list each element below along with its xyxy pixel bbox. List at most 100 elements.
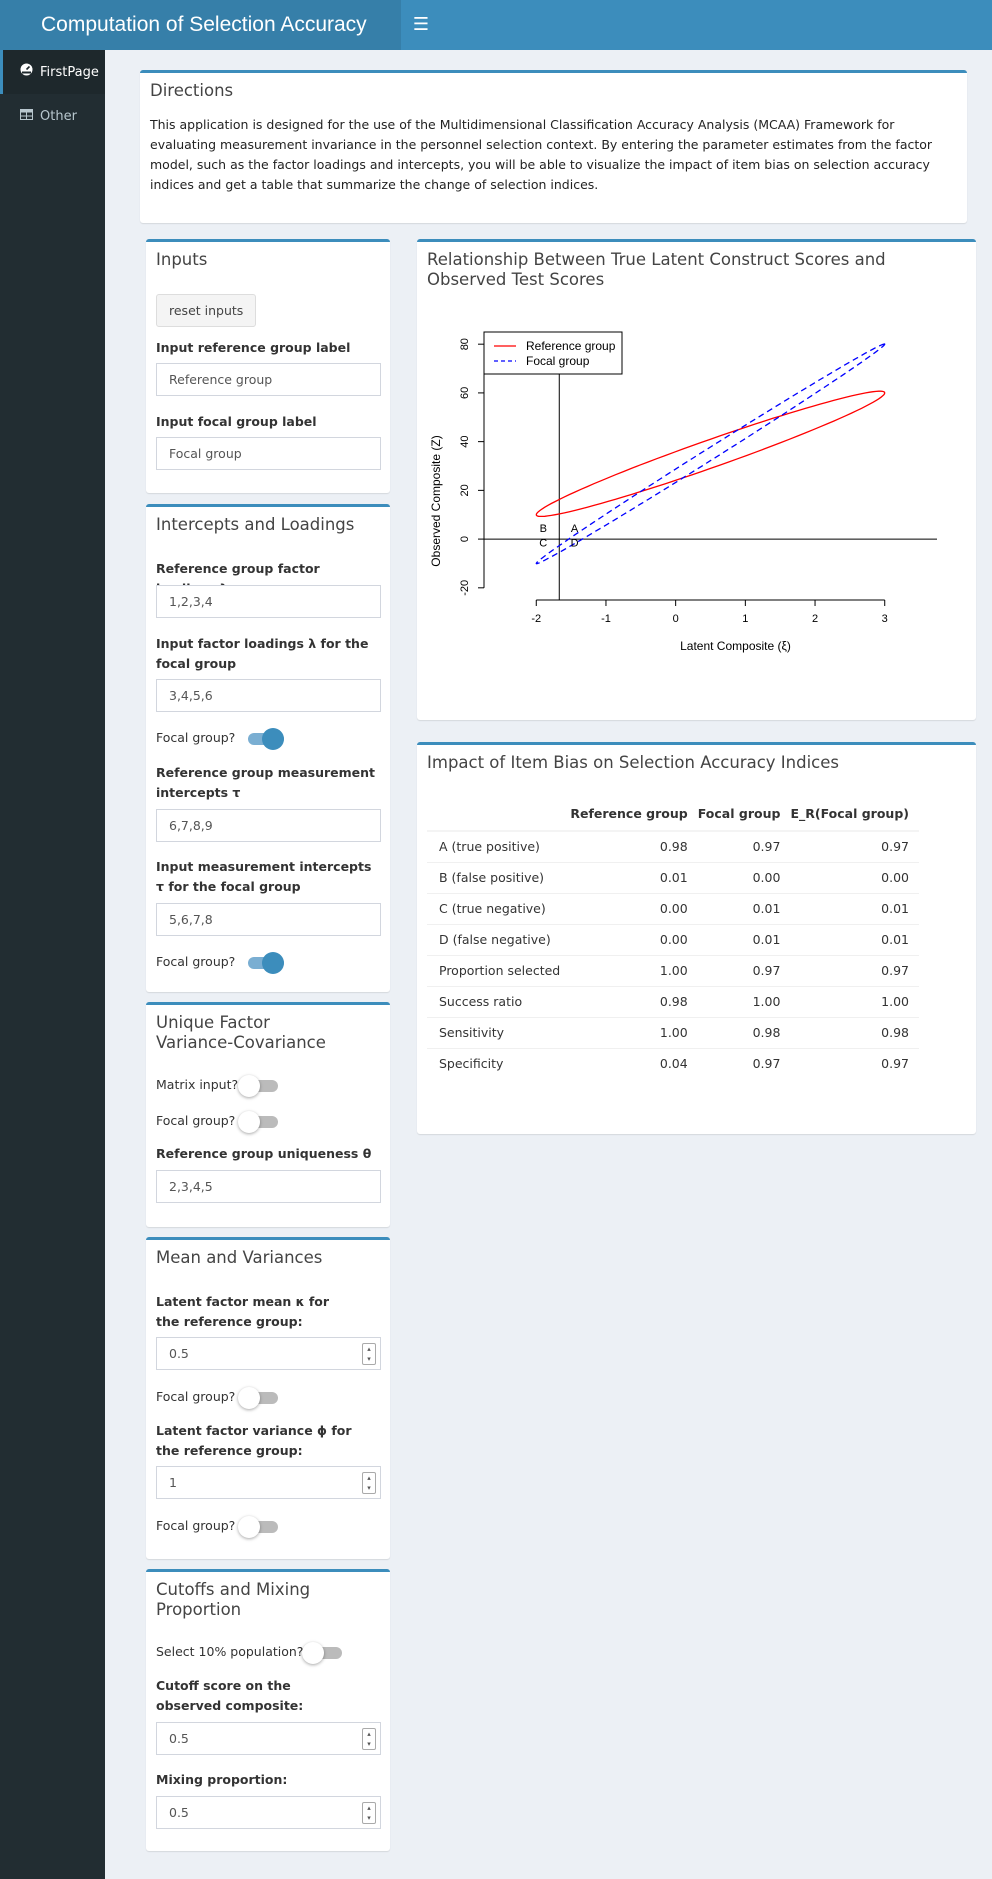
table-cell: D (false negative): [427, 923, 571, 955]
focal-group-toggle[interactable]: [238, 1387, 278, 1409]
y-tick-label: -20: [459, 580, 471, 596]
select-10-toggle[interactable]: [302, 1642, 342, 1664]
focal-group-toggle[interactable]: [238, 1111, 278, 1133]
x-tick-label: -2: [531, 613, 541, 625]
stepper-icon[interactable]: ▴ ▾: [362, 1802, 376, 1824]
table-cell: 0.04: [570, 1047, 698, 1079]
focal-loadings-input[interactable]: 3,4,5,6: [156, 679, 381, 712]
focal-intercepts-input[interactable]: 5,6,7,8: [156, 903, 381, 936]
x-tick-label: 3: [882, 613, 888, 625]
table-cell: 1.00: [697, 985, 791, 1017]
table-cell: 0.97: [697, 1047, 791, 1079]
toggle-label: Focal group?: [156, 954, 236, 969]
quadrant-label: C: [539, 537, 547, 549]
latent-variance-input[interactable]: 1 ▴ ▾: [156, 1466, 381, 1499]
matrix-input-toggle-row: Matrix input?: [156, 1073, 381, 1097]
focal-group-toggle[interactable]: [244, 952, 284, 974]
y-tick-label: 0: [459, 536, 471, 542]
table-cell: 0.00: [570, 892, 698, 924]
sidebar-item-label: FirstPage: [40, 65, 99, 80]
cutoffs-title: Cutoffs and Mixing Proportion: [156, 1580, 311, 1619]
toggle-label: Focal group?: [156, 1113, 236, 1128]
table-cell: 0.01: [790, 923, 919, 955]
table-icon: [18, 94, 34, 138]
directions-title: Directions: [150, 81, 234, 100]
focal-group-toggle-row: Focal group?: [156, 950, 381, 974]
table-cell: 0.00: [697, 861, 791, 893]
ref-loadings-input[interactable]: 1,2,3,4: [156, 585, 381, 618]
directions-text: This application is designed for the use…: [150, 117, 933, 192]
uniqueness-input[interactable]: 2,3,4,5: [156, 1170, 381, 1203]
legend-label: Focal group: [526, 354, 590, 368]
directions-box: Directions This application is designed …: [140, 70, 967, 223]
hamburger-icon[interactable]: ☰: [401, 0, 441, 50]
stepper-icon[interactable]: ▴ ▾: [362, 1472, 376, 1494]
cutoff-input[interactable]: 0.5 ▴ ▾: [156, 1722, 381, 1755]
focal-group-toggle-row: Focal group?: [156, 1514, 381, 1538]
table-row: C (true negative) 0.00 0.01 0.01: [427, 892, 919, 924]
dashboard-icon: [18, 50, 34, 94]
table-cell: 0.01: [790, 892, 919, 924]
ref-label-title: Input reference group label: [156, 340, 351, 355]
sidebar-item-other[interactable]: Other: [0, 94, 105, 138]
latent-mean-title: Latent factor mean κ for the reference g…: [156, 1294, 330, 1329]
focal-group-toggle[interactable]: [244, 728, 284, 750]
table-row: Sensitivity 1.00 0.98 0.98: [427, 1016, 919, 1048]
latent-mean-input[interactable]: 0.5 ▴ ▾: [156, 1337, 381, 1370]
impact-table: Reference group Focal group E_R(Focal grou…: [427, 797, 919, 1079]
table-cell: 0.97: [790, 1047, 919, 1079]
top-header: Computation of Selection Accuracy ☰: [0, 0, 992, 50]
focal-group-toggle[interactable]: [238, 1516, 278, 1538]
focal-intercepts-title: Input measurement intercepts τ for the f…: [156, 859, 372, 894]
x-tick-label: 2: [812, 613, 818, 625]
quadrant-label: B: [540, 523, 547, 535]
table-row: Proportion selected 1.00 0.97 0.97: [427, 954, 919, 986]
table-cell: 1.00: [570, 1016, 698, 1048]
matrix-input-toggle[interactable]: [238, 1075, 278, 1097]
focal-label-input[interactable]: Focal group: [156, 437, 381, 470]
table-cell: Success ratio: [427, 985, 571, 1017]
focal-group-ellipse: [535, 343, 886, 565]
cutoffs-box: Cutoffs and Mixing Proportion Select 10%…: [146, 1569, 390, 1851]
table-cell: Specificity: [427, 1047, 571, 1079]
table-cell: 0.97: [697, 954, 791, 986]
mixing-input[interactable]: 0.5 ▴ ▾: [156, 1796, 381, 1829]
x-axis-label: Latent Composite (ξ): [680, 639, 791, 653]
ref-intercepts-input[interactable]: 6,7,8,9: [156, 809, 381, 842]
focal-label-title: Input focal group label: [156, 414, 317, 429]
y-tick-label: 20: [459, 484, 471, 496]
unique-variance-box: Unique Factor Variance-Covariance Matrix…: [146, 1002, 390, 1227]
intercepts-box: Intercepts and Loadings Reference group …: [146, 504, 390, 992]
table-cell: 0.98: [570, 985, 698, 1017]
y-axis-label: Observed Composite (Z): [429, 435, 443, 566]
ref-intercepts-title: Reference group measurement intercepts τ: [156, 765, 375, 800]
table-cell: 0.01: [570, 861, 698, 893]
x-tick-label: 0: [673, 613, 679, 625]
reset-inputs-button[interactable]: reset inputs: [156, 294, 257, 327]
sidebar-item-firstpage[interactable]: FirstPage: [0, 50, 105, 94]
table-cell: 0.00: [570, 923, 698, 955]
stepper-icon[interactable]: ▴ ▾: [362, 1728, 376, 1750]
ref-label-input[interactable]: Reference group: [156, 363, 381, 396]
inputs-box: Inputs reset inputs Input reference grou…: [146, 239, 390, 493]
table-row: Success ratio 0.98 1.00 1.00: [427, 985, 919, 1017]
table-cell: Proportion selected: [427, 954, 571, 986]
stepper-icon[interactable]: ▴ ▾: [362, 1343, 376, 1365]
focal-group-toggle-row: Focal group?: [156, 726, 381, 750]
legend-label: Reference group: [526, 339, 616, 353]
table-cell: 0.97: [697, 830, 791, 862]
table-cell: A (true positive): [427, 830, 571, 862]
intercepts-title: Intercepts and Loadings: [156, 515, 355, 534]
table-cell: 0.97: [790, 830, 919, 862]
table-cell: 0.00: [790, 861, 919, 893]
plot-title: Relationship Between True Latent Constru…: [427, 250, 886, 289]
table-header: Reference group: [570, 797, 698, 832]
table-cell: Sensitivity: [427, 1016, 571, 1048]
table-row: Specificity 0.04 0.97 0.97: [427, 1047, 919, 1079]
sidebar-item-label: Other: [40, 109, 77, 124]
focal-group-toggle-row: Focal group?: [156, 1385, 381, 1409]
toggle-label: Select 10% population?: [156, 1644, 304, 1659]
toggle-label: Matrix input?: [156, 1077, 239, 1092]
app-title[interactable]: Computation of Selection Accuracy: [0, 0, 401, 50]
table-cell: 0.98: [697, 1016, 791, 1048]
